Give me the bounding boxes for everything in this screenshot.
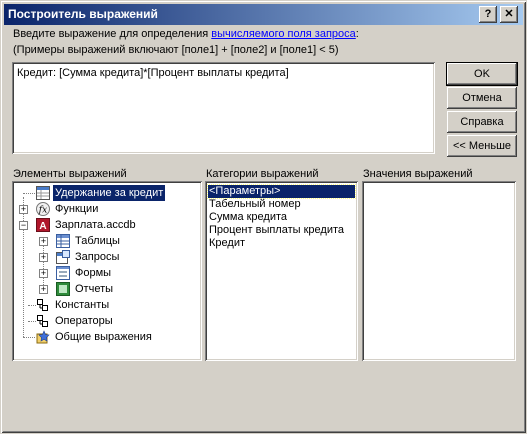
window-title: Построитель выражений bbox=[8, 7, 158, 21]
tree-item-tables[interactable]: + Таблицы bbox=[12, 233, 200, 249]
category-item[interactable]: Сумма кредита bbox=[208, 211, 355, 224]
expand-icon[interactable]: + bbox=[39, 253, 48, 262]
operators-icon bbox=[37, 315, 48, 327]
values-list[interactable] bbox=[362, 181, 516, 361]
category-item-parameters[interactable]: <Параметры> bbox=[207, 184, 356, 199]
help-button[interactable]: ? bbox=[479, 6, 497, 23]
tree-item-reports[interactable]: + Отчеты bbox=[12, 281, 200, 297]
expand-icon[interactable]: + bbox=[39, 237, 48, 246]
categories-label: Категории выражений bbox=[206, 168, 319, 180]
expand-icon[interactable]: + bbox=[19, 205, 28, 214]
query-icon bbox=[36, 186, 50, 200]
tree-item-forms[interactable]: + Формы bbox=[12, 265, 200, 281]
expand-icon[interactable]: + bbox=[39, 285, 48, 294]
expression-builder-dialog: Построитель выражений ? ✕ Введите выраже… bbox=[0, 0, 527, 434]
expression-text[interactable]: Кредит: [Сумма кредита]*[Процент выплаты… bbox=[17, 67, 289, 79]
tree-item-label: Отчеты bbox=[75, 283, 114, 295]
ok-button[interactable]: OK bbox=[446, 62, 518, 86]
tree-item-operators[interactable]: Операторы bbox=[12, 313, 200, 329]
access-db-icon: A bbox=[36, 218, 50, 232]
categories-list[interactable]: <Параметры> Табельный номер Сумма кредит… bbox=[205, 181, 358, 361]
elements-label: Элементы выражений bbox=[13, 168, 127, 180]
instruction-line-2: (Примеры выражений включают [поле1] + [п… bbox=[13, 44, 339, 56]
title-bar[interactable]: Построитель выражений ? ✕ bbox=[4, 4, 523, 25]
svg-text:fx: fx bbox=[38, 206, 47, 216]
category-item[interactable]: Процент выплаты кредита bbox=[208, 224, 355, 237]
tree-item-current-query[interactable]: Удержание за кредит bbox=[12, 185, 200, 201]
tree-item-queries[interactable]: + Запросы bbox=[12, 249, 200, 265]
close-button[interactable]: ✕ bbox=[500, 6, 518, 23]
tree-item-database[interactable]: − A Зарплата.accdb bbox=[12, 217, 200, 233]
svg-text:A: A bbox=[39, 221, 46, 232]
help-button-dialog[interactable]: Справка bbox=[447, 111, 517, 133]
values-label: Значения выражений bbox=[363, 168, 473, 180]
tree-item-label: Зарплата.accdb bbox=[55, 219, 136, 231]
table-icon bbox=[56, 234, 70, 248]
category-item[interactable]: Табельный номер bbox=[208, 198, 355, 211]
instruction-prefix: Введите выражение для определения bbox=[13, 28, 212, 40]
constants-icon bbox=[37, 299, 48, 311]
calculated-field-link[interactable]: вычисляемого поля запроса bbox=[211, 28, 355, 40]
tree-item-functions[interactable]: + fx Функции bbox=[12, 201, 200, 217]
tree-item-label: Общие выражения bbox=[55, 331, 152, 343]
tree-item-label: Операторы bbox=[55, 315, 113, 327]
category-item[interactable]: Кредит bbox=[208, 237, 355, 250]
tree-item-common-expressions[interactable]: Общие выражения bbox=[12, 329, 200, 345]
less-button[interactable]: << Меньше bbox=[447, 135, 517, 157]
form-icon bbox=[56, 266, 70, 280]
tree-item-label: Таблицы bbox=[75, 235, 120, 247]
function-icon: fx bbox=[36, 202, 50, 216]
tree-item-constants[interactable]: Константы bbox=[12, 297, 200, 313]
expand-icon[interactable]: + bbox=[39, 269, 48, 278]
tree-item-label: Константы bbox=[55, 299, 110, 311]
instruction-suffix: : bbox=[355, 28, 359, 40]
common-expressions-icon bbox=[36, 330, 50, 344]
instruction-line-1: Введите выражение для определения вычисл… bbox=[13, 28, 359, 40]
collapse-icon[interactable]: − bbox=[19, 221, 28, 230]
query-icon bbox=[56, 250, 70, 264]
tree-item-label: Формы bbox=[75, 267, 112, 279]
report-icon bbox=[56, 282, 70, 296]
tree-item-label: Функции bbox=[55, 203, 99, 215]
tree-item-label: Запросы bbox=[75, 251, 120, 263]
elements-tree[interactable]: Удержание за кредит + fx Функции − A Зар… bbox=[12, 181, 202, 361]
cancel-button[interactable]: Отмена bbox=[447, 87, 517, 109]
tree-item-label: Удержание за кредит bbox=[53, 185, 166, 201]
expression-input[interactable]: Кредит: [Сумма кредита]*[Процент выплаты… bbox=[12, 62, 435, 154]
